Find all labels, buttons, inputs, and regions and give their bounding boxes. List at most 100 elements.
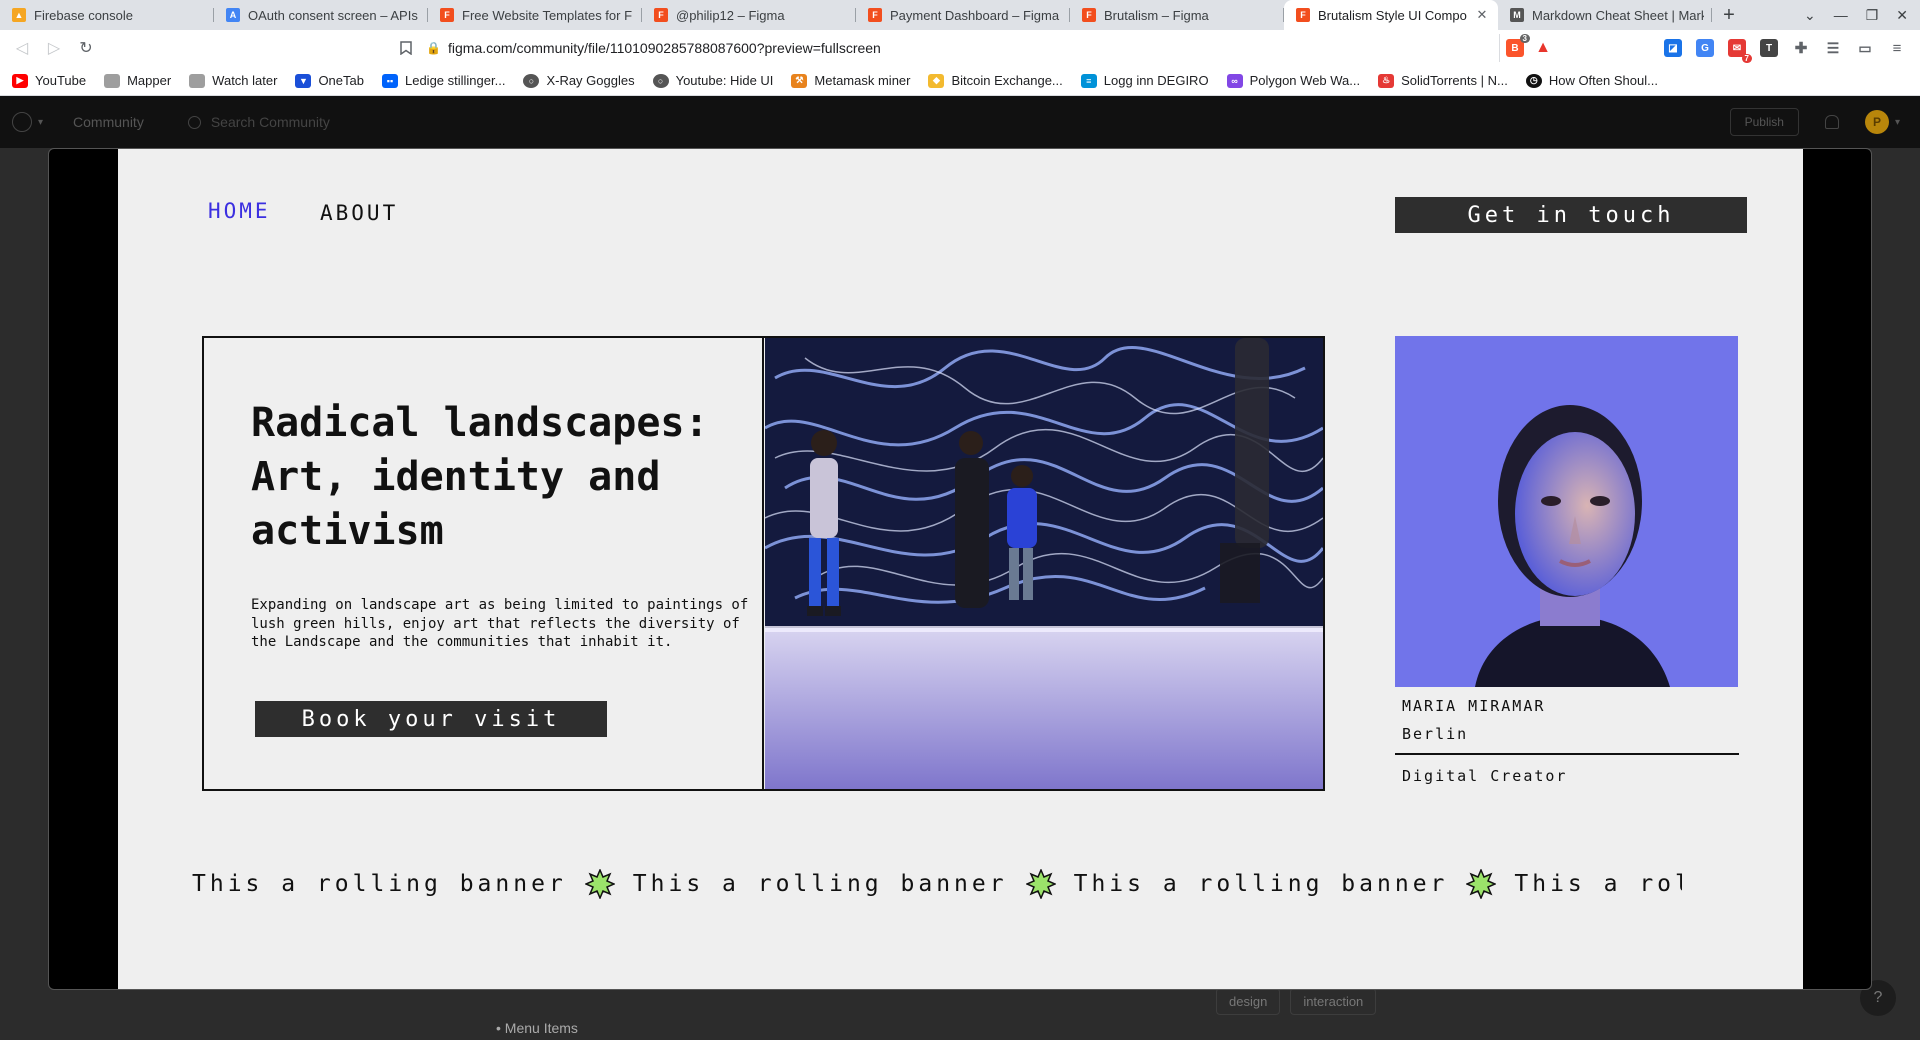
forward-icon[interactable]: ▷: [38, 34, 70, 62]
bookmark-polygon[interactable]: ∞ Polygon Web Wa...: [1226, 73, 1361, 88]
close-icon[interactable]: ✕: [1474, 7, 1490, 23]
community-label[interactable]: Community: [73, 114, 144, 130]
bookmark-bitcoin[interactable]: ◆ Bitcoin Exchange...: [928, 73, 1063, 88]
chevron-down-icon: ▾: [1894, 116, 1900, 128]
bookmark-label: Mapper: [127, 73, 172, 88]
bookmark-icon[interactable]: [394, 41, 418, 55]
community-search[interactable]: Search Community: [187, 114, 330, 130]
bookmark-label: Watch later: [212, 73, 278, 88]
wallet-icon[interactable]: ▭: [1856, 39, 1874, 57]
polygon-icon: ∞: [1226, 73, 1243, 88]
hero-text-panel: Radical landscapes: Art, identity and ac…: [204, 338, 764, 789]
tab-title: Markdown Cheat Sheet | Mark: [1532, 7, 1704, 23]
starburst-icon: [1466, 869, 1497, 899]
close-window-icon[interactable]: ✕: [1896, 7, 1908, 24]
bookmark-youtube-hide[interactable]: ○ Youtube: Hide UI: [652, 73, 773, 88]
browser-tab[interactable]: F @philip12 – Figma: [642, 0, 856, 30]
extension-icon[interactable]: ◪: [1664, 39, 1682, 57]
globe-icon[interactable]: [12, 112, 32, 132]
translate-icon[interactable]: G: [1696, 39, 1714, 57]
flame-icon: ♨: [1378, 73, 1395, 88]
browser-tab[interactable]: ▲ Firebase console: [0, 0, 214, 30]
globe-icon: ○: [652, 73, 669, 88]
bookmark-youtube[interactable]: ▶ YouTube: [12, 73, 86, 88]
browser-tab[interactable]: A OAuth consent screen – APIs a: [214, 0, 428, 30]
chevron-down-icon[interactable]: ▾: [38, 117, 43, 128]
creator-name: MARIA MIRAMAR: [1402, 697, 1546, 715]
bookmark-label: Ledige stillinger...: [404, 73, 506, 88]
bookmark-metamask[interactable]: ⚒ Metamask miner: [791, 73, 910, 88]
toolbar-actions: ◪ G ✉ 7 T ✚ ☰ ▭ ≡: [1664, 39, 1920, 63]
youtube-icon: ▶: [12, 73, 28, 88]
figma-icon: F: [440, 8, 454, 22]
starburst-icon: [584, 869, 615, 899]
publish-button[interactable]: Publish: [1729, 108, 1799, 136]
text-icon[interactable]: T: [1760, 39, 1778, 57]
creator-card: MARIA MIRAMAR Berlin Digital Creator: [1395, 336, 1739, 785]
nav-home-link[interactable]: HOME: [208, 199, 271, 223]
figma-topbar-actions: Publish P ▾: [1729, 108, 1920, 136]
url-text: figma.com/community/file/110109028578808…: [448, 40, 881, 56]
mail-icon[interactable]: ✉ 7: [1728, 39, 1752, 63]
binance-icon: ◆: [928, 73, 945, 88]
globe-icon: ○: [523, 73, 540, 88]
bell-icon[interactable]: [1824, 115, 1839, 129]
bookmark-mapper[interactable]: Mapper: [104, 73, 171, 88]
bookmark-onetab[interactable]: ▼ OneTab: [295, 73, 364, 88]
banner-text: This a rolling banner: [192, 871, 567, 897]
bookmark-how-often[interactable]: ◷ How Often Shoul...: [1525, 73, 1658, 88]
browser-tab[interactable]: F Payment Dashboard – Figma: [856, 0, 1070, 30]
figma-icon: F: [1082, 8, 1096, 22]
brave-rewards-icon[interactable]: ▲: [1534, 39, 1552, 57]
browser-tab[interactable]: F Brutalism – Figma: [1070, 0, 1284, 30]
bookmark-label: OneTab: [318, 73, 364, 88]
figma-icon: F: [1296, 8, 1310, 22]
tab-title: Payment Dashboard – Figma: [890, 7, 1060, 23]
tab-title: Firebase console: [34, 7, 133, 23]
restore-icon[interactable]: ❐: [1866, 7, 1879, 24]
browser-tab[interactable]: F Free Website Templates for F: [428, 0, 642, 30]
account-menu[interactable]: P ▾: [1864, 110, 1900, 134]
divider: [1395, 753, 1739, 755]
reload-icon[interactable]: ↻: [70, 34, 102, 62]
figma-icon: F: [868, 8, 882, 22]
bookmark-xray[interactable]: ○ X-Ray Goggles: [523, 73, 635, 88]
tab-title: @philip12 – Figma: [676, 7, 785, 23]
book-visit-button[interactable]: Book your visit: [255, 701, 607, 737]
bookmark-label: Polygon Web Wa...: [1249, 73, 1361, 88]
bookmark-solidtorrents[interactable]: ♨ SolidTorrents | N...: [1378, 73, 1508, 88]
starburst-icon: [1025, 869, 1056, 899]
degiro-icon: ≡: [1080, 73, 1097, 88]
tag-chip[interactable]: design: [1216, 988, 1281, 1015]
back-icon[interactable]: ◁: [6, 34, 38, 62]
address-bar[interactable]: 🔒 figma.com/community/file/1101090285788…: [426, 34, 1500, 62]
nav-about-link[interactable]: ABOUT: [320, 201, 398, 225]
onetab-icon: ▼: [295, 73, 312, 88]
browser-toolbar: ◁ ▷ ↻ 🔒 figma.com/community/file/1101090…: [0, 30, 1920, 66]
mail-badge: 7: [1741, 54, 1752, 63]
browser-tab-active[interactable]: F Brutalism Style UI Compo ✕: [1284, 0, 1498, 30]
chevron-down-icon[interactable]: ⌄: [1804, 7, 1816, 24]
lock-icon: 🔒: [426, 41, 441, 55]
tag-chip[interactable]: interaction: [1290, 988, 1377, 1015]
playlist-icon[interactable]: ☰: [1824, 39, 1842, 57]
pickaxe-icon: ⚒: [791, 73, 808, 88]
bookmark-degiro[interactable]: ≡ Logg inn DEGIRO: [1080, 73, 1209, 88]
banner-text: This a rolling bar: [1514, 871, 1682, 897]
firebase-icon: ▲: [12, 8, 26, 22]
menu-icon[interactable]: ≡: [1888, 39, 1906, 57]
puzzle-icon[interactable]: ✚: [1792, 39, 1810, 57]
search-icon: [187, 115, 201, 129]
get-in-touch-button[interactable]: Get in touch: [1395, 197, 1747, 233]
tab-title: Brutalism – Figma: [1104, 7, 1209, 23]
browser-tab[interactable]: M Markdown Cheat Sheet | Mark: [1498, 0, 1712, 30]
avatar: P: [1864, 110, 1889, 134]
bookmark-ledige[interactable]: ▪▪ Ledige stillinger...: [381, 73, 506, 88]
window-controls: ⌄ — ❐ ✕: [1804, 0, 1920, 30]
bookmark-watch-later[interactable]: Watch later: [189, 73, 277, 88]
bookmark-label: SolidTorrents | N...: [1401, 73, 1508, 88]
brave-shield-icon[interactable]: B3: [1506, 34, 1530, 57]
new-tab-button[interactable]: +: [1712, 0, 1746, 30]
bookmark-label: Logg inn DEGIRO: [1103, 73, 1209, 88]
minimize-icon[interactable]: —: [1834, 7, 1848, 23]
